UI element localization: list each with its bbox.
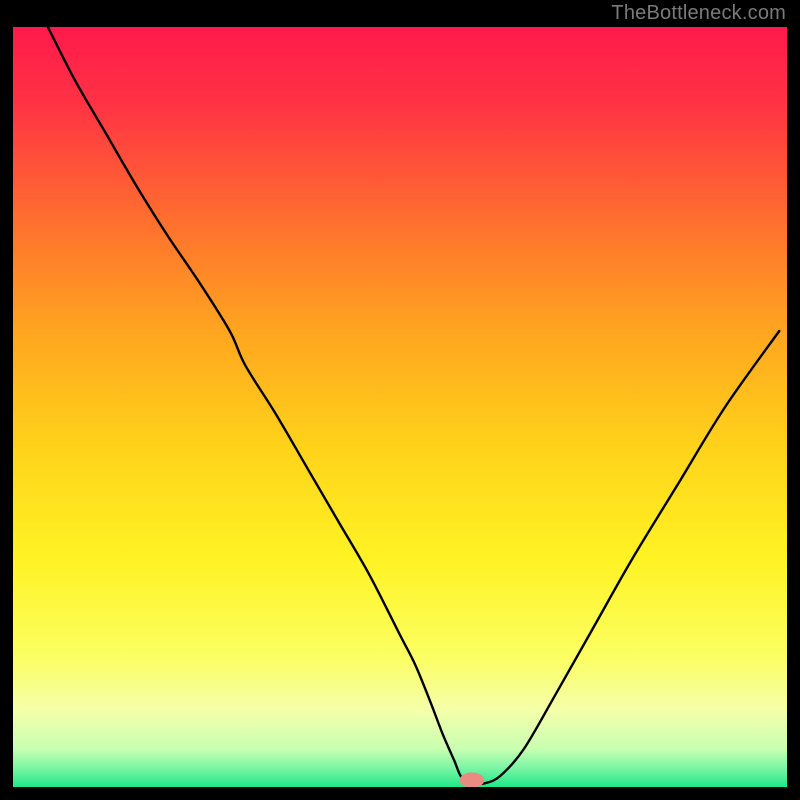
plot-area <box>13 27 787 787</box>
watermark-text: TheBottleneck.com <box>611 2 786 25</box>
gradient-background <box>13 27 787 787</box>
chart-frame: TheBottleneck.com <box>0 0 800 800</box>
chart-svg <box>13 27 787 787</box>
